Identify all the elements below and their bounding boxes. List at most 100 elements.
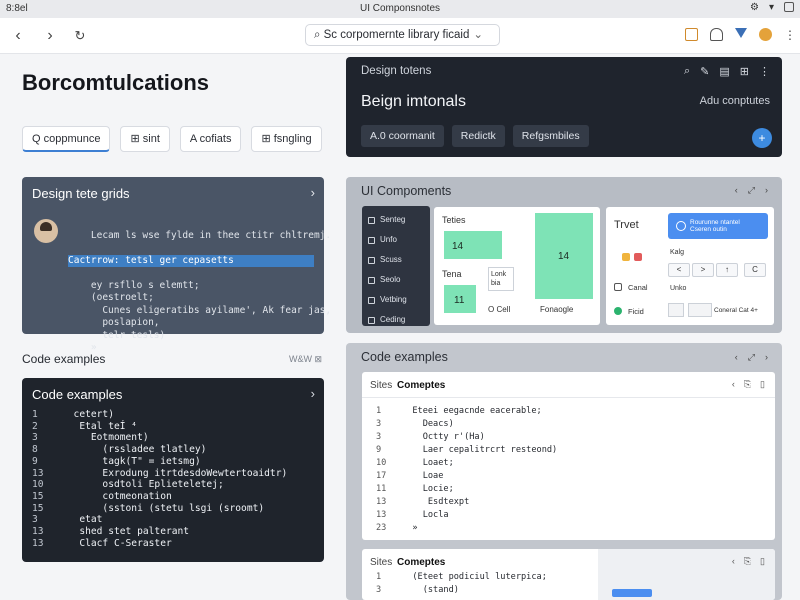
progress-strip <box>612 589 652 597</box>
field-label: Ficid <box>628 307 644 316</box>
chevron-left-icon[interactable]: ‹ <box>732 556 735 567</box>
expand-icon[interactable]: ⤢ <box>748 352 755 363</box>
chevron-right-icon[interactable]: › <box>765 352 768 363</box>
side-menu-item[interactable]: Vetbing <box>362 290 430 310</box>
menu-item-label: Vetbing <box>380 295 407 304</box>
chip-fsngling[interactable]: ⊞ fsngling <box>251 126 322 152</box>
side-menu-item[interactable]: Scuss <box>362 250 430 270</box>
tab-comeptes[interactable]: Comeptes <box>397 557 445 568</box>
add-components-link[interactable]: Adu conptutes <box>700 95 770 107</box>
profile-icon[interactable] <box>759 28 772 41</box>
cell-value: 14 <box>558 251 570 262</box>
code-line: 11 Locie; <box>376 483 557 496</box>
status-dot <box>614 307 622 315</box>
component-button[interactable]: A.0 coormanit <box>361 125 444 147</box>
code-examples-title: Code examples <box>361 350 448 364</box>
line-number: 1 <box>376 406 382 416</box>
design-card-header: Design totens <box>361 65 432 77</box>
chevron-right-icon[interactable]: › <box>765 185 768 196</box>
code-examples-card: Code examples › 1 cetert) 2 Etal teÍ ⁴3 E… <box>22 378 324 562</box>
chevron-right-icon[interactable]: › <box>311 386 315 401</box>
tab-sites[interactable]: Sites <box>370 557 392 568</box>
grid-icon[interactable]: ⊞ <box>740 65 749 78</box>
status-icons: ⚙ ▾ <box>750 2 794 13</box>
chevron-right-icon[interactable]: › <box>311 185 315 200</box>
line-number: 9 <box>32 455 38 467</box>
chip-cofiats[interactable]: A cofiats <box>179 126 242 152</box>
code-text: etat <box>62 514 103 526</box>
menu-item-icon <box>368 276 375 284</box>
side-menu-item[interactable]: Seolo <box>362 270 430 290</box>
code-text: tagk(T" = ietsmg) <box>62 455 201 467</box>
menu-item-label: Ceding <box>380 315 406 324</box>
design-card-buttons: A.0 coormanit Redictk Refgsmbiles <box>361 125 589 147</box>
copy-icon[interactable]: ⎘ <box>744 379 751 390</box>
add-fab-button[interactable]: + <box>752 128 772 148</box>
input-box[interactable] <box>688 303 712 317</box>
menu-item-icon <box>368 216 375 224</box>
checkbox[interactable] <box>614 283 622 291</box>
code-text: (sstoni (stetu lsgi (sroomt) <box>62 502 265 514</box>
redict-button[interactable]: Redictk <box>451 125 505 147</box>
trash-icon[interactable]: ▯ <box>760 379 765 390</box>
field-label: Unko <box>670 285 687 292</box>
menu-item-label: Scuss <box>380 255 402 264</box>
forward-button[interactable]: › <box>40 26 60 46</box>
expand-icon[interactable]: ⤢ <box>748 185 755 196</box>
reload-button[interactable]: ↻ <box>70 26 90 46</box>
code-block: 1 (Eteet podiciul luterpica; 3 (stand) <box>376 571 547 597</box>
tab-comeptes[interactable]: Comeptes <box>397 380 445 391</box>
component-side-menu: Senteg Unfo Scuss Seolo Vetbing Ceding <box>362 206 430 326</box>
edit-icon[interactable]: ✎ <box>700 65 709 78</box>
segment-prev[interactable]: < <box>668 263 690 277</box>
menu-item-icon <box>368 236 375 244</box>
cell-label: Lonk bia <box>488 267 514 291</box>
grid-line-highlighted[interactable]: Cactrrow: tetsl ger cepasetts <box>68 254 314 267</box>
panel-icons: ‹ ⤢ › <box>735 185 768 196</box>
copy-icon[interactable]: ⎘ <box>744 556 751 567</box>
segment-next[interactable]: > <box>692 263 714 277</box>
line-number: 15 <box>32 502 44 514</box>
tab-sites[interactable]: Sites <box>370 380 392 391</box>
layout-icon[interactable]: ▤ <box>719 65 729 78</box>
cell-value: 11 <box>454 295 465 306</box>
side-menu-item[interactable]: Unfo <box>362 230 430 250</box>
extension-icon[interactable] <box>685 28 698 41</box>
side-menu-item[interactable]: Senteg <box>362 210 430 230</box>
code-line: 10 Loaet; <box>376 457 557 470</box>
grid-card-title: Design tete grids <box>32 186 130 201</box>
code-block: 1 cetert) 2 Etal teÍ ⁴3 Eotmoment) 8 (rssl… <box>32 409 287 549</box>
search-icon[interactable]: ⌕ <box>684 65 690 78</box>
chevron-left-icon[interactable]: ‹ <box>732 379 735 390</box>
settings-icon: ⚙ <box>750 2 759 13</box>
code-line: 3 Deacs) <box>376 418 557 431</box>
code-text: cotmeonation <box>62 490 172 502</box>
chevron-left-icon[interactable]: ‹ <box>735 352 738 363</box>
field-label: Coneral Cat 4+ <box>714 307 758 314</box>
primary-action-label: Rourunne ntantel Cseren outin <box>690 219 740 233</box>
trash-icon[interactable]: ▯ <box>760 556 765 567</box>
search-icon: ⌕ <box>314 29 324 41</box>
segment-up[interactable]: ↑ <box>716 263 738 277</box>
more-icon[interactable]: ⋮ <box>784 28 796 42</box>
browser-toolbar: ‹ › ↻ ⌕ Sc corpomernte library ficaid ⌄ ⋮ <box>0 18 800 54</box>
filter-icon[interactable] <box>735 28 747 38</box>
more-icon[interactable]: ⋮ <box>759 65 770 78</box>
primary-action-button[interactable]: Rourunne ntantel Cseren outin <box>668 213 768 239</box>
chevron-left-icon[interactable]: ‹ <box>735 185 738 196</box>
back-button[interactable]: ‹ <box>8 26 28 46</box>
side-menu-item[interactable]: Ceding <box>362 310 430 330</box>
segment-refresh[interactable]: C <box>744 263 766 277</box>
code-text: Locie; <box>402 484 454 494</box>
chip-components[interactable]: Q coppmunce <box>22 126 111 152</box>
code-text: Loaet; <box>402 458 454 468</box>
chip-sint[interactable]: ⊞ sint <box>120 126 170 152</box>
code-line: 15 (sstoni (stetu lsgi (sroomt) <box>32 503 287 515</box>
address-bar[interactable]: ⌕ Sc corpomernte library ficaid ⌄ <box>305 24 500 46</box>
input-box[interactable] <box>668 303 684 317</box>
code-line: 13 Locla <box>376 509 557 522</box>
color-swatch <box>634 253 642 261</box>
refgsmbiles-button[interactable]: Refgsmbiles <box>512 125 589 147</box>
code-viewer: Sites Comeptes ‹ ⎘ ▯ 1 (Eteet podiciul l… <box>362 549 775 600</box>
shield-icon[interactable] <box>710 28 723 41</box>
